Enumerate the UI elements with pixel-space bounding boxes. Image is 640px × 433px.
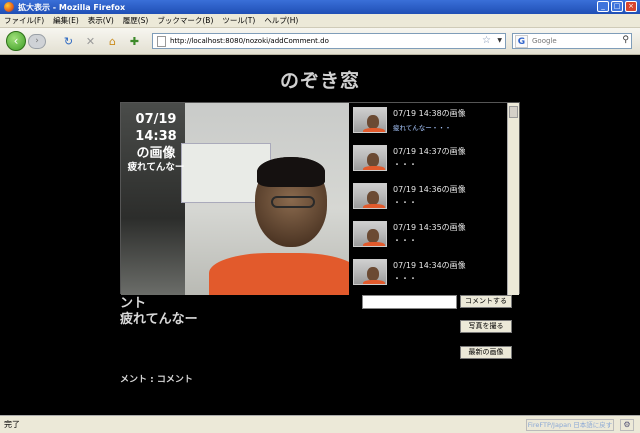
status-bar: 完了 FireFTP/Japan 日本語に戻す ⚙ — [0, 415, 640, 433]
overlay-time: 14:38 — [135, 129, 177, 144]
forward-button[interactable]: › — [28, 34, 46, 49]
thumbnail-comment: ・・・ — [393, 236, 417, 245]
reload-icon[interactable]: ↻ — [62, 35, 75, 48]
scrollbar-thumb[interactable] — [509, 106, 518, 118]
thumbnail-comment: 疲れてんなー・・・ — [393, 124, 452, 132]
addon-icon[interactable]: ⚙ — [620, 419, 634, 431]
close-button[interactable]: × — [625, 1, 637, 12]
thumbnail-image[interactable] — [353, 183, 387, 209]
comment-text: 疲れてんなー — [120, 312, 198, 327]
thumbnail-list: 07/19 14:38の画像 疲れてんなー・・・ 07/19 14:37の画像 … — [349, 103, 507, 295]
status-text: 完了 — [4, 420, 20, 429]
menu-view[interactable]: 表示(V) — [88, 15, 114, 26]
thumbnail-item[interactable]: 07/19 14:35の画像 ・・・ — [353, 221, 503, 253]
title-bar: 拡大表示 - Mozilla Firefox _ □ × — [0, 0, 640, 14]
chevron-down-icon[interactable]: ▼ — [497, 37, 502, 44]
comment-button[interactable]: コメントする — [460, 295, 512, 308]
add-bookmark-icon[interactable]: ✚ — [128, 35, 141, 48]
page-icon — [157, 35, 166, 47]
menu-tools[interactable]: ツール(T) — [222, 15, 255, 26]
menu-bookmarks[interactable]: ブックマーク(B) — [157, 15, 213, 26]
search-icon[interactable]: ⚲ — [622, 35, 629, 45]
star-icon[interactable]: ☆ — [482, 35, 491, 46]
search-input[interactable] — [532, 37, 622, 45]
main-photo: 07/19 14:38 の画像 疲れてんなー — [121, 103, 349, 295]
window-controls: _ □ × — [597, 1, 637, 12]
thumbnail-scrollbar[interactable] — [507, 103, 519, 295]
minimize-button[interactable]: _ — [597, 1, 609, 12]
thumbnail-label[interactable]: 07/19 14:34の画像 — [393, 260, 466, 271]
thumbnail-comment: ・・・ — [393, 160, 417, 169]
page-title: のぞき窓 — [279, 70, 360, 92]
status-addon-label[interactable]: FireFTP/Japan 日本語に戻す — [526, 419, 614, 431]
photo-overlay: 07/19 14:38 の画像 疲れてんなー — [125, 111, 187, 174]
menu-bar: ファイル(F) 編集(E) 表示(V) 履歴(S) ブックマーク(B) ツール(… — [0, 14, 640, 28]
thumbnail-label[interactable]: 07/19 14:36の画像 — [393, 184, 466, 195]
thumbnail-comment: ・・・ — [393, 198, 417, 207]
thumbnail-label[interactable]: 07/19 14:37の画像 — [393, 146, 466, 157]
thumbnail-image[interactable] — [353, 145, 387, 171]
comment-section: ント 疲れてんなー — [120, 296, 198, 328]
overlay-label: の画像 — [136, 146, 176, 161]
page-content: のぞき窓 07/19 14:38 の画像 疲れてんなー 07/19 14:38の… — [0, 56, 640, 415]
take-photo-button[interactable]: 写真を撮る — [460, 320, 512, 333]
url-input[interactable] — [170, 37, 460, 45]
menu-history[interactable]: 履歴(S) — [123, 15, 149, 26]
thumbnail-image[interactable] — [353, 259, 387, 285]
thumbnail-item[interactable]: 07/19 14:36の画像 ・・・ — [353, 183, 503, 215]
stop-icon[interactable]: ✕ — [84, 35, 97, 48]
navigation-toolbar: ‹ › ↻ ✕ ⌂ ✚ ☆ ▼ G ⚲ — [0, 28, 640, 55]
image-viewer: 07/19 14:38 の画像 疲れてんなー 07/19 14:38の画像 疲れ… — [120, 102, 520, 295]
comment-heading: ント — [120, 296, 147, 311]
thumbnail-item[interactable]: 07/19 14:34の画像 ・・・ — [353, 259, 503, 291]
search-bar[interactable]: G ⚲ — [512, 33, 632, 49]
menu-file[interactable]: ファイル(F) — [4, 15, 44, 26]
home-icon[interactable]: ⌂ — [106, 35, 119, 48]
thumbnail-comment: ・・・ — [393, 274, 417, 283]
comment-input[interactable] — [362, 295, 457, 309]
maximize-button[interactable]: □ — [611, 1, 623, 12]
thumbnail-image[interactable] — [353, 107, 387, 133]
thumbnail-item[interactable]: 07/19 14:38の画像 疲れてんなー・・・ — [353, 107, 503, 139]
menu-help[interactable]: ヘルプ(H) — [264, 15, 298, 26]
overlay-date: 07/19 — [135, 112, 177, 127]
firefox-icon — [4, 2, 14, 12]
search-engine-icon[interactable]: G — [515, 34, 528, 48]
window-title: 拡大表示 - Mozilla Firefox — [18, 2, 126, 12]
thumbnail-item[interactable]: 07/19 14:37の画像 ・・・ — [353, 145, 503, 177]
latest-image-button[interactable]: 最新の画像 — [460, 346, 512, 359]
back-button[interactable]: ‹ — [6, 31, 26, 51]
thumbnail-label[interactable]: 07/19 14:38の画像 — [393, 108, 466, 119]
overlay-comment: 疲れてんなー — [127, 162, 185, 173]
thumbnail-label[interactable]: 07/19 14:35の画像 — [393, 222, 466, 233]
menu-edit[interactable]: 編集(E) — [53, 15, 79, 26]
url-bar[interactable]: ☆ ▼ — [152, 33, 506, 49]
thumbnail-image[interactable] — [353, 221, 387, 247]
comment-list-label: メント : コメント — [120, 375, 193, 385]
